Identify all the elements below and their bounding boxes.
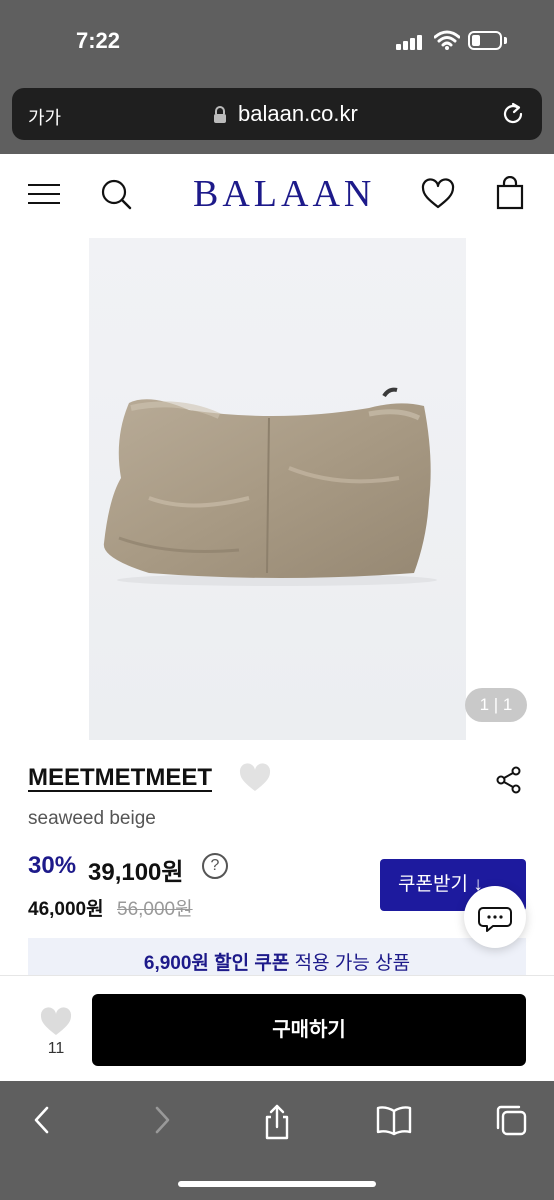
tabs-icon[interactable] — [494, 1103, 528, 1137]
reload-icon[interactable] — [500, 101, 526, 127]
search-icon[interactable] — [100, 178, 132, 210]
bag-icon[interactable] — [496, 176, 524, 210]
product-name: seaweed beige — [28, 808, 156, 829]
image-counter: 1 | 1 — [465, 688, 527, 722]
site-logo[interactable]: BALAAN — [193, 172, 375, 216]
status-time: 7:22 — [76, 28, 121, 53]
price-help-icon[interactable]: ? — [202, 853, 228, 879]
buy-button[interactable]: 구매하기 — [92, 994, 526, 1066]
url-text[interactable]: balaan.co.kr — [238, 101, 358, 127]
forward-icon — [155, 1106, 170, 1134]
home-indicator[interactable] — [178, 1181, 376, 1187]
bookmarks-icon[interactable] — [376, 1103, 412, 1137]
wifi-icon — [434, 30, 460, 50]
text-size-button[interactable]: 가가 — [28, 104, 61, 130]
brand-link[interactable]: MEETMETMEET — [28, 764, 212, 792]
discount-rate: 30% — [28, 852, 77, 879]
share-sheet-icon[interactable] — [262, 1103, 292, 1141]
like-count: 11 — [47, 1040, 65, 1057]
chat-button[interactable] — [464, 886, 526, 948]
brand-heart-icon[interactable] — [238, 762, 272, 794]
product-image[interactable] — [89, 238, 466, 740]
coupon-banner-text: 6,900원 할인 쿠폰 적용 가능 상품 — [28, 948, 526, 975]
back-icon[interactable] — [30, 1103, 54, 1137]
status-bar: 7:22 — [0, 0, 554, 82]
share-icon[interactable] — [496, 766, 522, 794]
sale-price: 39,100원 — [88, 859, 184, 886]
bag-photo — [103, 387, 437, 586]
browser-address-area: 가가 balaan.co.kr — [0, 82, 554, 154]
like-heart-icon[interactable] — [38, 1006, 74, 1038]
purchase-bar: 11 구매하기 — [0, 975, 554, 1082]
lock-icon — [214, 106, 226, 123]
battery-icon — [468, 31, 502, 50]
coupon-suffix: 적용 가능 상품 — [289, 953, 411, 974]
site-header: BALAAN — [0, 154, 554, 236]
address-bar[interactable]: 가가 balaan.co.kr — [12, 88, 542, 140]
member-price: 46,000원 — [28, 899, 104, 920]
menu-icon[interactable] — [28, 182, 60, 206]
cellular-signal-icon — [396, 34, 426, 50]
coupon-amount: 6,900원 할인 쿠폰 — [143, 953, 290, 974]
chat-icon — [478, 907, 512, 932]
coupon-banner[interactable]: 6,900원 할인 쿠폰 적용 가능 상품 — [28, 938, 526, 976]
heart-icon[interactable] — [421, 178, 455, 210]
original-price: 56,000원 — [117, 899, 193, 920]
browser-toolbar — [0, 1081, 554, 1200]
